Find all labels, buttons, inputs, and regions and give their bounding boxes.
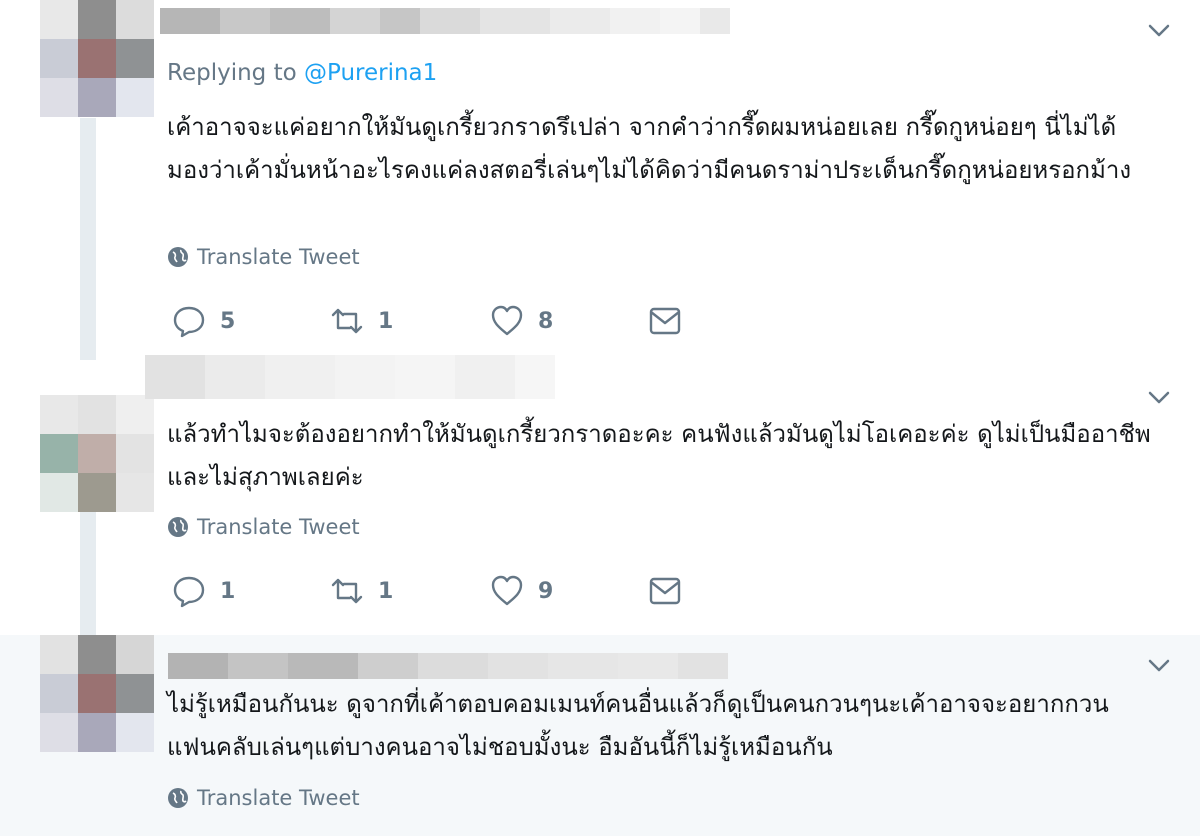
reply-button[interactable]: 1 — [172, 574, 235, 608]
replying-prefix: Replying to — [167, 60, 297, 86]
globe-icon — [168, 517, 188, 537]
replying-handle-link[interactable]: @Purerina1 — [304, 60, 437, 86]
replying-to: Replying to @Purerina1 — [167, 60, 437, 86]
author-name-blurred[interactable] — [145, 355, 555, 399]
like-icon — [491, 575, 523, 606]
retweet-count: 1 — [378, 308, 394, 334]
retweet-button[interactable]: 1 — [330, 304, 393, 338]
reply-icon — [173, 306, 205, 338]
avatar[interactable] — [40, 0, 154, 118]
tweet-text: เค้าอาจจะแค่อยากให้มันดูเกรี้ยวกราดรึเปล… — [167, 113, 1132, 184]
like-button[interactable]: 9 — [490, 574, 553, 608]
like-count: 8 — [538, 308, 554, 334]
like-count: 9 — [538, 578, 554, 604]
chevron-down-icon[interactable] — [1146, 385, 1172, 411]
avatar[interactable] — [40, 395, 154, 513]
translate-tweet-link[interactable]: Translate Tweet — [167, 515, 360, 539]
tweet-text: แล้วทำไมจะต้องอยากทำให้มันดูเกรี้ยวกราดอ… — [167, 420, 1151, 491]
retweet-count: 1 — [378, 578, 394, 604]
tweet-text: ไม่รู้เหมือนกันนะ ดูจากที่เค้าตอบคอมเมนท… — [167, 690, 1109, 761]
tweet-3[interactable]: ไม่รู้เหมือนกันนะ ดูจากที่เค้าตอบคอมเมนท… — [0, 635, 1200, 836]
globe-icon — [168, 247, 188, 267]
reply-icon — [173, 576, 205, 608]
reply-count: 1 — [220, 578, 236, 604]
retweet-icon — [331, 578, 363, 604]
tweet-1[interactable]: Replying to @Purerina1 เค้าอาจจะแค่อยากใ… — [0, 0, 1200, 355]
translate-tweet-link[interactable]: Translate Tweet — [167, 245, 360, 269]
translate-label: Translate Tweet — [197, 515, 360, 539]
retweet-button[interactable]: 1 — [330, 574, 393, 608]
author-name-blurred[interactable] — [168, 653, 728, 679]
translate-tweet-link[interactable]: Translate Tweet — [167, 786, 360, 810]
direct-message-button[interactable] — [648, 304, 682, 338]
chevron-down-icon[interactable] — [1146, 653, 1172, 679]
retweet-icon — [331, 308, 363, 334]
tweet-2[interactable]: แล้วทำไมจะต้องอยากทำให้มันดูเกรี้ยวกราดอ… — [0, 355, 1200, 635]
globe-icon — [168, 788, 188, 808]
message-icon — [649, 577, 681, 605]
reply-count: 5 — [220, 308, 236, 334]
translate-label: Translate Tweet — [197, 245, 360, 269]
avatar[interactable] — [40, 635, 154, 753]
like-icon — [491, 305, 523, 336]
like-button[interactable]: 8 — [490, 304, 553, 338]
author-name-blurred[interactable] — [160, 8, 730, 34]
message-icon — [649, 307, 681, 335]
reply-button[interactable]: 5 — [172, 304, 235, 338]
chevron-down-icon[interactable] — [1146, 18, 1172, 44]
translate-label: Translate Tweet — [197, 786, 360, 810]
direct-message-button[interactable] — [648, 574, 682, 608]
